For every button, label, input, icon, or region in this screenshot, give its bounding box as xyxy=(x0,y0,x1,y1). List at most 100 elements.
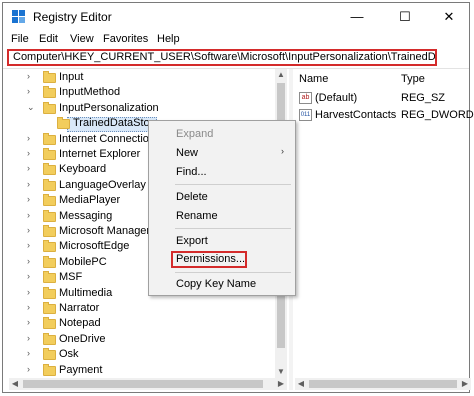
tree-item-label: InputMethod xyxy=(59,86,121,99)
tree-horizontal-scroll-thumb[interactable] xyxy=(23,380,263,388)
collapse-chevron-icon[interactable]: › xyxy=(27,364,30,374)
tree-item[interactable]: › Payment xyxy=(9,363,287,378)
collapse-chevron-icon[interactable]: › xyxy=(27,71,30,81)
tree-item[interactable]: ⌄ InputPersonalization xyxy=(9,101,287,117)
tree-item[interactable]: › OneDrive xyxy=(9,332,287,348)
folder-icon xyxy=(43,363,56,376)
minimize-button[interactable]: — xyxy=(335,3,379,31)
tree-item-label: Input xyxy=(59,71,84,83)
menu-item-rename[interactable]: Rename xyxy=(176,210,218,222)
tree-item-label: Notepad xyxy=(59,317,101,330)
collapse-chevron-icon[interactable]: › xyxy=(27,86,30,96)
menu-file[interactable]: File xyxy=(11,33,29,45)
value-name: HarvestContacts xyxy=(315,109,397,121)
tree-item[interactable]: › Osk xyxy=(9,348,287,363)
values-list: Name Type ab (Default) REG_SZ 011 Harves… xyxy=(295,69,474,378)
tree-item-label: Payment xyxy=(59,363,103,376)
context-menu: Expand New › Find... Delete Rename Expor… xyxy=(148,120,296,296)
folder-icon xyxy=(43,332,56,345)
collapse-chevron-icon[interactable]: › xyxy=(27,163,30,173)
scroll-left-arrow-icon[interactable]: ◀ xyxy=(295,378,307,390)
value-type: REG_DWORD xyxy=(401,109,474,121)
registry-editor-window: Registry Editor — ☐ ✕ File Edit View Fav… xyxy=(2,2,474,393)
collapse-chevron-icon[interactable]: › xyxy=(27,348,30,358)
menu-separator xyxy=(175,272,291,273)
tree-horizontal-scrollbar[interactable]: ◀ ▶ xyxy=(9,378,287,390)
tree-item-label: Microsoft Manager xyxy=(59,225,151,237)
folder-icon xyxy=(43,194,56,207)
maximize-button[interactable]: ☐ xyxy=(383,3,427,31)
menu-item-copy-key-name[interactable]: Copy Key Name xyxy=(176,278,256,290)
tree-item[interactable]: › Input xyxy=(9,71,287,86)
tree-item-label: Osk xyxy=(59,348,79,361)
folder-icon xyxy=(43,86,56,99)
menu-view[interactable]: View xyxy=(70,33,94,45)
folder-icon xyxy=(43,317,56,330)
tree-item[interactable]: › InputMethod xyxy=(9,86,287,101)
folder-icon xyxy=(43,209,56,222)
address-bar[interactable]: Computer\HKEY_CURRENT_USER\Software\Micr… xyxy=(7,49,437,66)
collapse-chevron-icon[interactable]: › xyxy=(27,287,30,297)
title-bar: Registry Editor — ☐ ✕ xyxy=(3,3,469,31)
submenu-arrow-icon: › xyxy=(281,146,284,156)
scroll-right-arrow-icon[interactable]: ▶ xyxy=(275,378,287,390)
collapse-chevron-icon[interactable]: › xyxy=(27,271,30,281)
menu-item-permissions[interactable]: Permissions... xyxy=(176,253,245,265)
collapse-chevron-icon[interactable]: › xyxy=(27,225,30,235)
window-title: Registry Editor xyxy=(33,10,112,24)
folder-icon xyxy=(43,71,56,83)
scroll-right-arrow-icon[interactable]: ▶ xyxy=(459,378,471,390)
value-row[interactable]: ab (Default) REG_SZ xyxy=(295,91,471,107)
collapse-chevron-icon[interactable]: › xyxy=(27,133,30,143)
tree-item-label: Internet Explorer xyxy=(59,148,141,160)
menu-item-find[interactable]: Find... xyxy=(176,166,207,178)
tree-item[interactable]: › Narrator xyxy=(9,302,287,317)
folder-icon xyxy=(43,348,56,361)
expand-chevron-icon[interactable]: ⌄ xyxy=(27,102,35,113)
scroll-down-arrow-icon[interactable]: ▼ xyxy=(275,366,287,378)
column-header-type[interactable]: Type xyxy=(401,73,425,85)
tree-item-label: LanguageOverlay xyxy=(59,178,146,191)
menu-favorites[interactable]: Favorites xyxy=(103,33,148,45)
menu-item-export[interactable]: Export xyxy=(176,235,208,247)
registry-editor-app-icon xyxy=(12,10,26,24)
column-header-name[interactable]: Name xyxy=(299,73,328,85)
menu-item-expand[interactable]: Expand xyxy=(176,128,213,140)
tree-item-label: Narrator xyxy=(59,302,100,314)
binary-value-icon: 011 xyxy=(299,109,312,121)
collapse-chevron-icon[interactable]: › xyxy=(27,317,30,327)
menu-item-delete[interactable]: Delete xyxy=(176,191,208,203)
list-horizontal-scroll-thumb[interactable] xyxy=(309,380,457,388)
menu-item-new[interactable]: New xyxy=(176,147,198,159)
folder-icon xyxy=(43,148,56,160)
collapse-chevron-icon[interactable]: › xyxy=(27,179,30,189)
value-row[interactable]: 011 HarvestContacts REG_DWORD xyxy=(295,108,474,124)
tree-item-label: MSF xyxy=(59,271,83,284)
collapse-chevron-icon[interactable]: › xyxy=(27,194,30,204)
menu-edit[interactable]: Edit xyxy=(39,33,58,45)
menu-help[interactable]: Help xyxy=(157,33,180,45)
folder-icon xyxy=(43,271,56,284)
folder-icon xyxy=(43,286,56,299)
tree-item-label: MicrosoftEdge xyxy=(59,240,130,253)
menu-separator xyxy=(175,228,291,229)
collapse-chevron-icon[interactable]: › xyxy=(27,256,30,266)
tree-item-label: OneDrive xyxy=(59,332,106,345)
value-name: (Default) xyxy=(315,92,358,104)
close-button[interactable]: ✕ xyxy=(427,3,471,31)
tree-item-label: Messaging xyxy=(59,209,113,222)
collapse-chevron-icon[interactable]: › xyxy=(27,148,30,158)
collapse-chevron-icon[interactable]: › xyxy=(27,302,30,312)
collapse-chevron-icon[interactable]: › xyxy=(27,240,30,250)
scroll-up-arrow-icon[interactable]: ▲ xyxy=(275,69,287,81)
collapse-chevron-icon[interactable]: › xyxy=(27,210,30,220)
scroll-left-arrow-icon[interactable]: ◀ xyxy=(9,378,21,390)
folder-icon xyxy=(43,240,56,253)
list-horizontal-scrollbar[interactable]: ◀ ▶ xyxy=(295,378,471,390)
tree-item-label: Internet Connection xyxy=(59,132,156,145)
tree-item-label: Multimedia xyxy=(59,286,113,299)
folder-icon xyxy=(43,255,56,268)
menu-separator xyxy=(175,184,291,185)
tree-item[interactable]: › Notepad xyxy=(9,317,287,332)
collapse-chevron-icon[interactable]: › xyxy=(27,333,30,343)
